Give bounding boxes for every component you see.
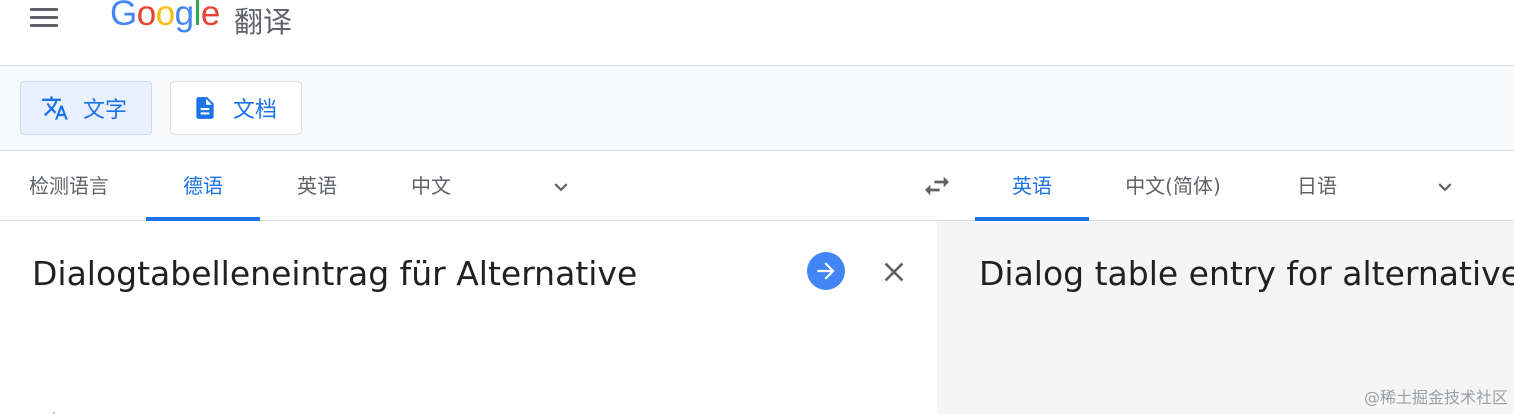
target-lang-english[interactable]: 英语 [975, 152, 1089, 221]
translation-output: Dialog table entry for alternative [979, 254, 1514, 293]
mode-toolbar: 文字 文档 [0, 66, 1514, 151]
target-lang-more-button[interactable] [1432, 174, 1458, 200]
document-mode-button[interactable]: 文档 [170, 81, 302, 135]
source-lang-more-button[interactable] [548, 174, 574, 200]
watermark: @稀土掘金技术社区 [1363, 388, 1508, 407]
document-mode-label: 文档 [233, 98, 278, 123]
swap-arrows-icon [925, 176, 949, 196]
arrow-right-icon [817, 262, 835, 280]
menu-icon-line [30, 16, 58, 19]
translate-icon [41, 94, 69, 122]
text-mode-label: 文字 [83, 98, 128, 123]
swap-languages-button[interactable] [920, 170, 954, 202]
star-icon[interactable] [48, 406, 60, 414]
target-lang-chinese-simplified[interactable]: 中文(简体) [1110, 152, 1236, 221]
google-logo[interactable]: Google [110, 0, 220, 34]
product-name: 翻译 [234, 5, 293, 39]
source-lang-english[interactable]: 英语 [276, 152, 358, 221]
chevron-down-icon [1438, 183, 1452, 192]
main-menu-button[interactable] [28, 4, 60, 30]
text-mode-button[interactable]: 文字 [20, 81, 152, 135]
translate-go-button[interactable] [807, 252, 845, 290]
app-header: Google 翻译 [0, 0, 1514, 66]
close-icon [884, 262, 904, 282]
source-lang-german[interactable]: 德语 [146, 152, 260, 221]
source-panel: Dialogtabelleneintrag für Alternative [0, 222, 937, 414]
source-text-input[interactable]: Dialogtabelleneintrag für Alternative [32, 254, 637, 293]
clear-source-button[interactable] [878, 256, 910, 288]
menu-icon-line [30, 24, 58, 27]
source-lang-detect[interactable]: 检测语言 [24, 152, 114, 221]
menu-icon-line [30, 8, 58, 11]
target-panel: Dialog table entry for alternative @稀土掘金… [937, 222, 1514, 414]
document-icon [191, 94, 219, 122]
language-bar: 检测语言 德语 英语 中文 英语 中文(简体) 日语 [0, 152, 1514, 221]
chevron-down-icon [554, 183, 568, 192]
target-lang-japanese[interactable]: 日语 [1274, 152, 1360, 221]
source-lang-chinese[interactable]: 中文 [390, 152, 472, 221]
